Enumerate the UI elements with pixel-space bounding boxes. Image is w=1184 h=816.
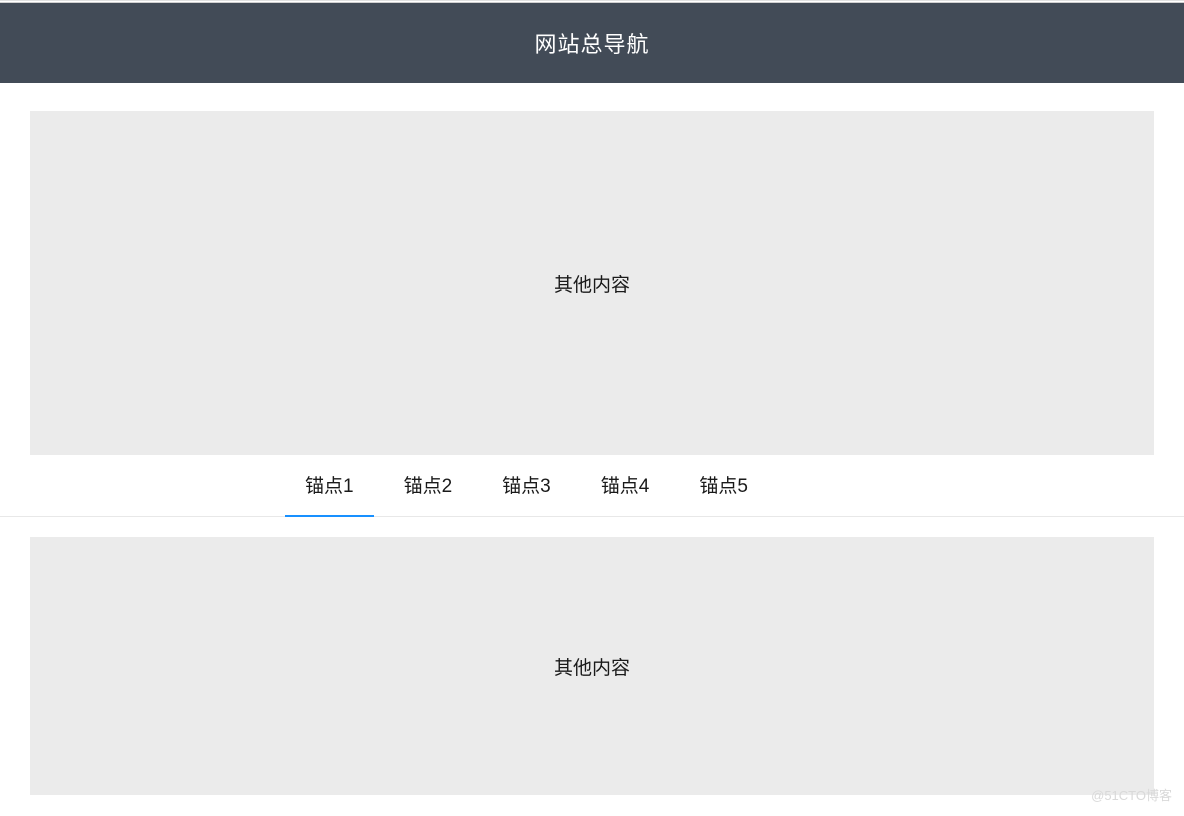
content-block-2: 其他内容 (30, 537, 1154, 795)
watermark: @51CTO博客 (1091, 785, 1172, 804)
anchor-item-4[interactable]: 锚点4 (581, 455, 670, 517)
content-block-1-label: 其他内容 (554, 270, 630, 297)
section-gap (0, 517, 1184, 537)
anchor-item-2[interactable]: 锚点2 (384, 455, 473, 517)
site-header: 网站总导航 (0, 3, 1184, 83)
anchor-item-5[interactable]: 锚点5 (679, 455, 768, 517)
anchor-item-3[interactable]: 锚点3 (482, 455, 571, 517)
main-container: 其他内容 (0, 83, 1184, 455)
anchor-item-1[interactable]: 锚点1 (285, 455, 374, 517)
site-header-title: 网站总导航 (534, 27, 649, 59)
anchor-nav: 锚点1 锚点2 锚点3 锚点4 锚点5 (0, 455, 1184, 517)
main-container-2: 其他内容 (0, 537, 1184, 795)
content-block-1: 其他内容 (30, 111, 1154, 455)
content-block-2-label: 其他内容 (554, 653, 630, 680)
